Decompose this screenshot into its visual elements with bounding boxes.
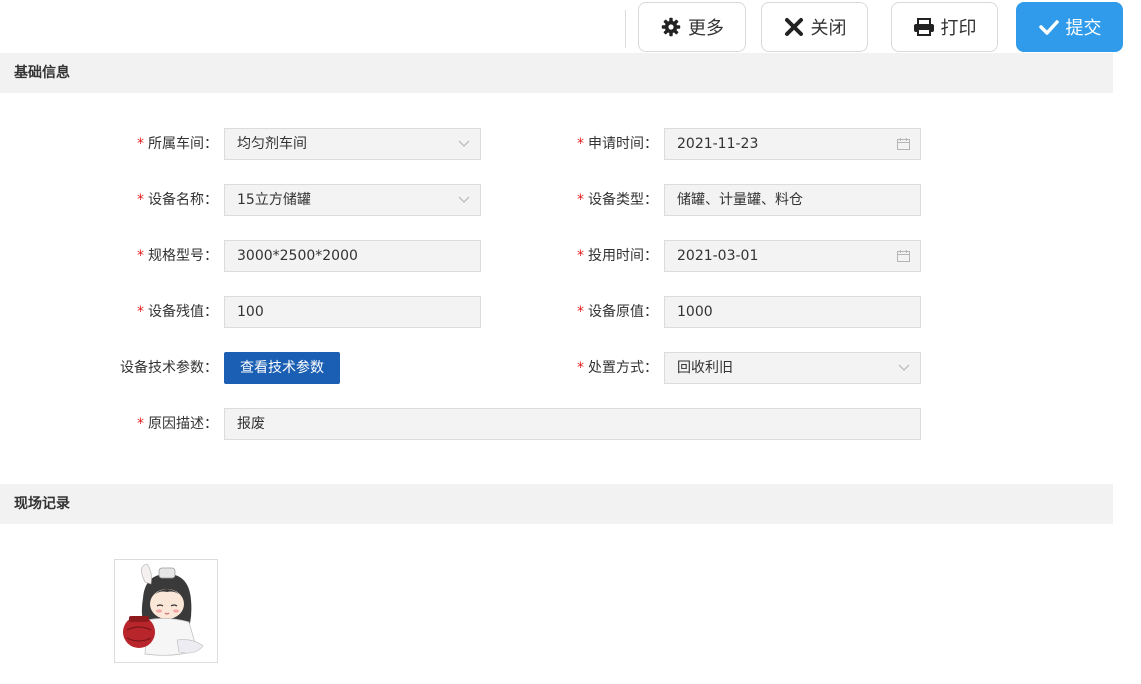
required-mark: *: [577, 192, 584, 208]
required-mark: *: [137, 248, 144, 264]
chevron-down-icon: [898, 353, 910, 383]
required-mark: *: [137, 304, 144, 320]
disposal-label: * 处置方式：: [577, 360, 658, 376]
use-time-datepicker[interactable]: 2021-03-01: [664, 240, 921, 272]
tech-params-label: 设备技术参数：: [120, 360, 218, 376]
residual-value-field[interactable]: 100: [224, 296, 481, 328]
equipment-name-select[interactable]: 15立方储罐: [224, 184, 481, 216]
printer-icon: [913, 16, 935, 38]
submit-button[interactable]: 提交: [1016, 2, 1123, 52]
more-button[interactable]: 更多: [638, 2, 746, 52]
residual-value-label: * 设备残值：: [137, 304, 218, 320]
calendar-icon: [897, 129, 910, 159]
section-header-basic: 基础信息: [0, 53, 1113, 93]
calendar-icon: [897, 241, 910, 271]
equipment-type-field[interactable]: 储罐、计量罐、料仓: [664, 184, 921, 216]
view-tech-params-button[interactable]: 查看技术参数: [224, 352, 340, 384]
reason-field[interactable]: 报废: [224, 408, 921, 440]
more-button-label: 更多: [688, 18, 724, 39]
toolbar-divider: [625, 10, 626, 48]
close-icon: [783, 16, 805, 38]
toolbar: 更多 关闭 打印 提交: [625, 0, 1141, 58]
use-time-label: * 投用时间：: [577, 248, 658, 264]
original-value-label: * 设备原值：: [577, 304, 658, 320]
chibi-character-image: [123, 563, 204, 656]
gear-icon: [660, 16, 682, 38]
required-mark: *: [137, 416, 144, 432]
original-value-field[interactable]: 1000: [664, 296, 921, 328]
spec-model-label: * 规格型号：: [137, 248, 218, 264]
equipment-name-label: * 设备名称：: [137, 192, 218, 208]
equipment-type-label: * 设备类型：: [577, 192, 658, 208]
submit-button-label: 提交: [1065, 18, 1102, 39]
print-button[interactable]: 打印: [891, 2, 998, 52]
required-mark: *: [137, 192, 144, 208]
required-mark: *: [577, 360, 584, 376]
spec-model-field[interactable]: 3000*2500*2000: [224, 240, 481, 272]
reason-label: * 原因描述：: [137, 416, 218, 432]
close-button-label: 关闭: [810, 18, 847, 39]
apply-time-label: * 申请时间：: [577, 136, 658, 152]
required-mark: *: [577, 304, 584, 320]
workshop-label: * 所属车间：: [137, 136, 218, 152]
apply-time-datepicker[interactable]: 2021-11-23: [664, 128, 921, 160]
print-button-label: 打印: [940, 18, 977, 39]
required-mark: *: [137, 136, 144, 152]
section-header-site: 现场记录: [0, 484, 1113, 524]
disposal-select[interactable]: 回收利旧: [664, 352, 921, 384]
required-mark: *: [577, 136, 584, 152]
site-photo-thumbnail[interactable]: [114, 559, 218, 663]
required-mark: *: [577, 248, 584, 264]
workshop-select[interactable]: 均匀剂车间: [224, 128, 481, 160]
checkmark-icon: [1038, 16, 1060, 38]
close-button[interactable]: 关闭: [761, 2, 868, 52]
